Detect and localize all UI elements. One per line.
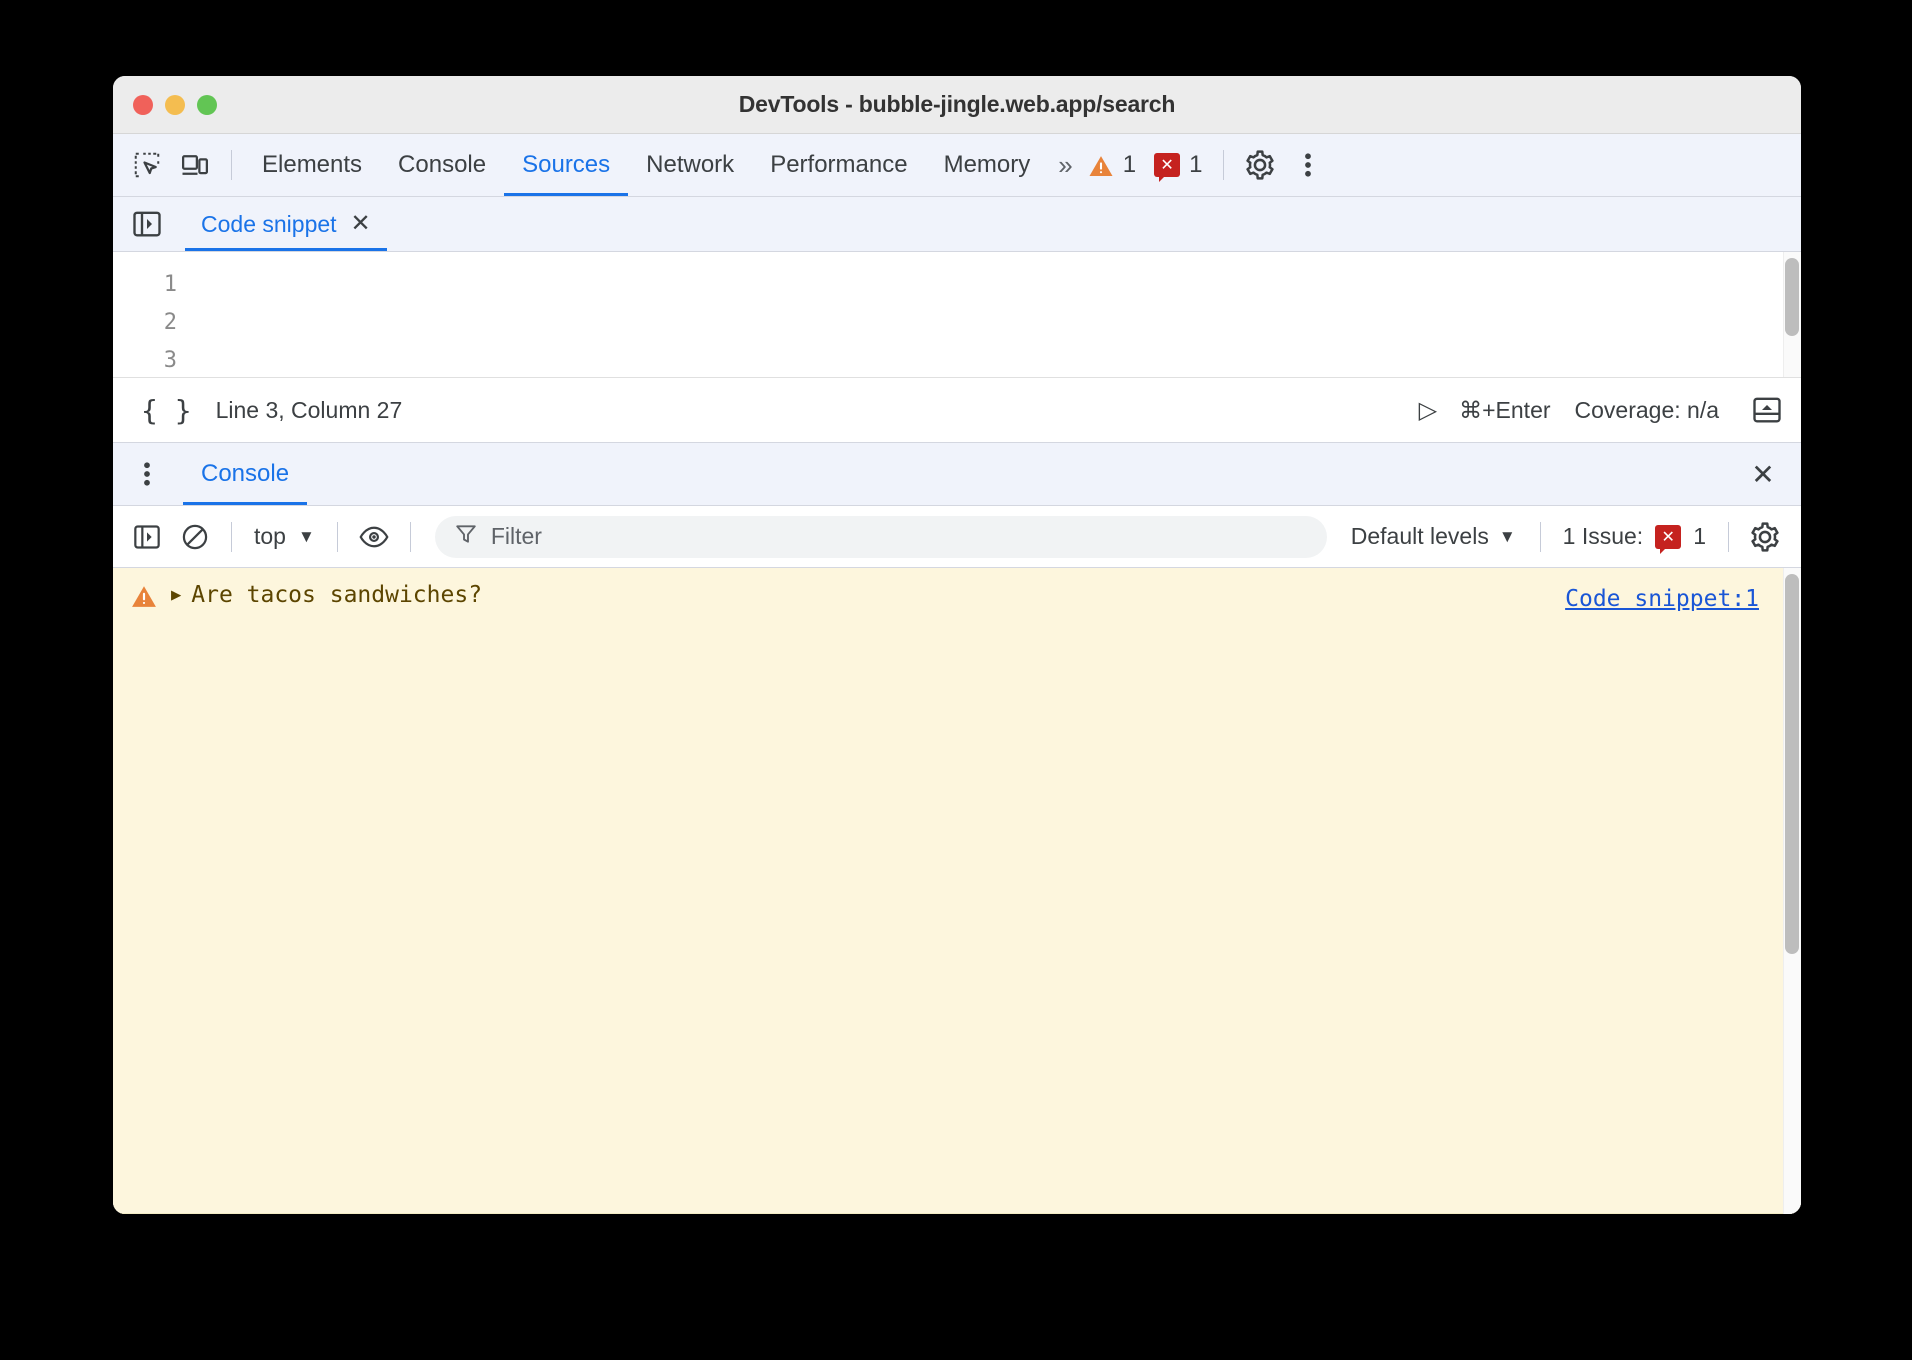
- show-navigator-icon[interactable]: [123, 201, 171, 247]
- error-badge-icon: ✕: [1655, 525, 1681, 549]
- line-number-gutter: 1 2 3: [113, 252, 187, 377]
- window-titlebar: DevTools - bubble-jingle.web.app/search: [113, 76, 1801, 134]
- console-message-text: Are tacos sandwiches?: [191, 582, 482, 608]
- devtools-main-toolbar: Elements Console Sources Network Perform…: [113, 134, 1801, 197]
- run-shortcut-label: ⌘+Enter: [1447, 397, 1562, 424]
- code-line-1: console.warn(: [187, 342, 1801, 378]
- issues-label: 1 Issue:: [1563, 523, 1644, 550]
- line-number: 3: [113, 342, 177, 378]
- console-message-text-wrap: ▶ Are tacos sandwiches?: [171, 582, 482, 608]
- toolbar-divider: [231, 150, 232, 180]
- warning-triangle-icon: [131, 584, 157, 608]
- console-message-list[interactable]: ▶ Are tacos sandwiches? Code snippet:1 E…: [113, 568, 1801, 1214]
- sources-tabbar: Code snippet ✕: [113, 197, 1801, 252]
- expand-message-icon[interactable]: ▶: [171, 585, 181, 605]
- console-divider-5: [1728, 522, 1729, 552]
- console-divider-3: [410, 522, 411, 552]
- tab-console[interactable]: Console: [380, 134, 504, 196]
- issues-count: 1: [1693, 523, 1706, 550]
- console-toolbar: top ▼ Filter Default levels ▼ 1: [113, 506, 1801, 568]
- kebab-menu-icon-drawer[interactable]: [123, 451, 171, 497]
- more-tabs-icon[interactable]: »: [1048, 150, 1078, 181]
- tab-performance[interactable]: Performance: [752, 134, 925, 196]
- window-title: DevTools - bubble-jingle.web.app/search: [113, 91, 1801, 118]
- warning-count: 1: [1123, 151, 1136, 179]
- console-sidebar-icon[interactable]: [123, 514, 171, 560]
- console-source-link[interactable]: Code snippet:1: [1565, 586, 1759, 612]
- log-levels-label: Default levels: [1351, 523, 1489, 550]
- chevron-down-icon: ▼: [1499, 527, 1516, 547]
- drawer-tabbar: Console ✕: [113, 443, 1801, 506]
- tab-network[interactable]: Network: [628, 134, 752, 196]
- console-divider-2: [337, 522, 338, 552]
- pretty-print-braces-icon[interactable]: { }: [129, 394, 204, 427]
- devtools-window: DevTools - bubble-jingle.web.app/search …: [113, 76, 1801, 1214]
- console-filter-placeholder: Filter: [491, 523, 542, 550]
- issues-counter[interactable]: 1 Issue: ✕ 1: [1553, 523, 1716, 550]
- close-icon[interactable]: ✕: [351, 212, 371, 236]
- inspect-element-icon[interactable]: [123, 142, 171, 188]
- coverage-label: Coverage: n/a: [1563, 397, 1731, 424]
- console-settings-gear-icon[interactable]: [1741, 514, 1789, 560]
- code-editor[interactable]: 1 2 3 console.warn( "Are tacos sandwiche…: [113, 252, 1801, 378]
- sources-tab-code-snippet[interactable]: Code snippet ✕: [185, 197, 387, 251]
- clear-console-icon[interactable]: [171, 514, 219, 560]
- error-counter[interactable]: ✕ 1: [1145, 151, 1211, 179]
- cursor-position: Line 3, Column 27: [204, 397, 415, 424]
- chevron-down-icon: ▼: [298, 527, 315, 547]
- console-divider-1: [231, 522, 232, 552]
- warning-triangle-icon: [1088, 154, 1114, 177]
- execution-context-value: top: [254, 523, 286, 550]
- gear-icon[interactable]: [1236, 142, 1284, 188]
- tab-sources[interactable]: Sources: [504, 134, 628, 196]
- console-filter[interactable]: Filter: [435, 516, 1327, 558]
- warning-counter[interactable]: 1: [1079, 151, 1145, 179]
- device-toolbar-icon[interactable]: [171, 142, 219, 188]
- tab-memory[interactable]: Memory: [926, 134, 1049, 196]
- execution-context-selector[interactable]: top ▼: [244, 523, 325, 550]
- run-snippet-icon[interactable]: ▷: [1409, 396, 1447, 425]
- code-content[interactable]: console.warn( "Are tacos sandwiches? %c …: [187, 252, 1801, 377]
- toolbar-divider-2: [1223, 150, 1224, 180]
- console-divider-4: [1540, 522, 1541, 552]
- kebab-menu-icon[interactable]: [1284, 142, 1332, 188]
- editor-scrollbar-thumb[interactable]: [1785, 258, 1799, 336]
- tab-elements[interactable]: Elements: [244, 134, 380, 196]
- drawer-tab-console[interactable]: Console: [183, 443, 307, 505]
- filter-funnel-icon: [455, 523, 477, 550]
- live-expression-icon[interactable]: [350, 514, 398, 560]
- log-levels-selector[interactable]: Default levels ▼: [1339, 523, 1528, 550]
- console-scrollbar-thumb[interactable]: [1785, 574, 1799, 954]
- error-count: 1: [1189, 151, 1202, 179]
- close-drawer-icon[interactable]: ✕: [1739, 451, 1787, 497]
- line-number: 1: [113, 266, 177, 304]
- sources-tab-label: Code snippet: [201, 211, 337, 238]
- console-warning-message[interactable]: ▶ Are tacos sandwiches? Code snippet:1: [113, 568, 1801, 1214]
- line-number: 2: [113, 304, 177, 342]
- toggle-drawer-icon[interactable]: [1743, 387, 1791, 433]
- editor-status-bar: { } Line 3, Column 27 ▷ ⌘+Enter Coverage…: [113, 378, 1801, 443]
- error-badge-icon: ✕: [1154, 153, 1180, 177]
